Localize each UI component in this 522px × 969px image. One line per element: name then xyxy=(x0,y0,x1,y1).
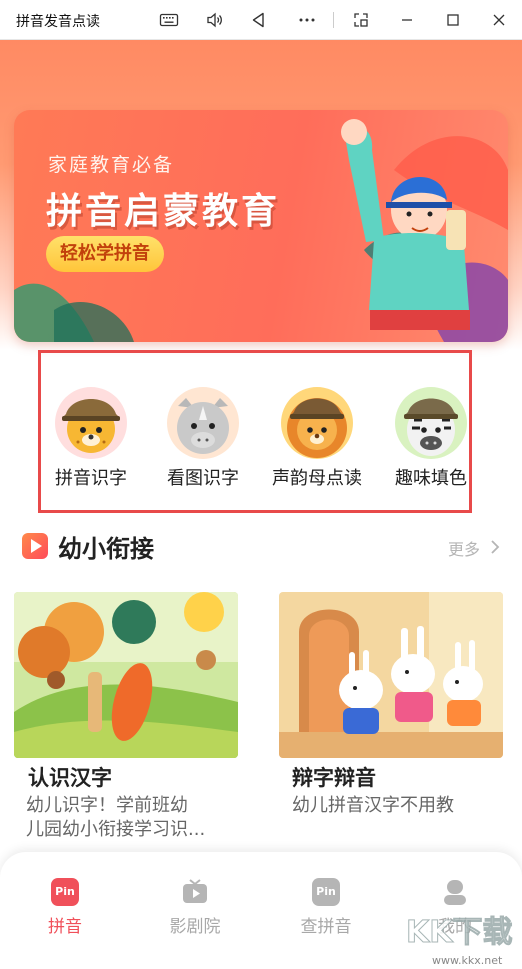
card-description: 幼儿识字！学前班幼 儿园幼小衔接学习识... xyxy=(26,794,205,842)
promo-banner[interactable]: 家庭教育必备 拼音启蒙教育 轻松学拼音 xyxy=(14,110,508,342)
card-description: 幼儿拼音汉字不用教 xyxy=(292,794,454,818)
more-options-icon[interactable] xyxy=(294,8,320,32)
volume-icon[interactable] xyxy=(202,8,228,32)
category-pinyin-literacy[interactable]: 拼音识字 xyxy=(36,386,146,490)
chevron-right-icon[interactable] xyxy=(488,538,502,556)
kk-watermark-logo: KK下载 www.kkx.net xyxy=(406,915,514,968)
nav-label: 拼音 xyxy=(48,917,82,937)
category-label: 趣味填色 xyxy=(395,468,467,489)
card-desc-line: 幼儿识字！学前班幼 xyxy=(26,795,188,816)
category-label: 拼音识字 xyxy=(55,468,127,489)
svg-text:KK下载: KK下载 xyxy=(406,915,513,950)
minimize-icon[interactable] xyxy=(394,8,420,32)
pinyin-tab-icon: Pin xyxy=(51,878,79,906)
banner-headline: 拼音启蒙教育 xyxy=(46,191,281,232)
card-image-distinguish-sounds[interactable] xyxy=(279,592,503,758)
window-title: 拼音发音点读 xyxy=(16,14,100,30)
card-title: 辩字辩音 xyxy=(292,766,376,790)
banner-subtitle: 家庭教育必备 xyxy=(48,154,175,176)
card-title: 认识汉字 xyxy=(28,766,112,790)
card-desc-line: 幼儿拼音汉字不用教 xyxy=(292,795,454,816)
nav-label: 影剧院 xyxy=(169,917,221,937)
keyboard-icon[interactable] xyxy=(156,8,182,32)
banner-pill-button[interactable]: 轻松学拼音 xyxy=(46,236,164,272)
title-bar: 拼音发音点读 xyxy=(0,0,522,40)
zebra-face-icon xyxy=(394,386,468,460)
maximize-icon[interactable] xyxy=(440,8,466,32)
lion-face-icon xyxy=(280,386,354,460)
category-fun-coloring[interactable]: 趣味填色 xyxy=(376,386,486,490)
divider xyxy=(333,12,334,28)
more-link[interactable]: 更多 xyxy=(448,536,480,560)
screenshot-icon[interactable] xyxy=(348,8,374,32)
close-icon[interactable] xyxy=(486,8,512,32)
back-triangle-icon[interactable] xyxy=(246,8,272,32)
nav-theater[interactable]: 影剧院 xyxy=(140,878,250,937)
svg-text:www.kkx.net: www.kkx.net xyxy=(432,954,503,967)
card-desc-line: 儿园幼小衔接学习识... xyxy=(26,819,206,840)
pin-tab-icon: Pin xyxy=(312,878,340,906)
card-image-recognize-chars[interactable] xyxy=(14,592,238,758)
nav-label: 查拼音 xyxy=(300,917,352,937)
nav-pinyin[interactable]: Pin 拼音 xyxy=(10,878,120,937)
nav-lookup-pinyin[interactable]: Pin 查拼音 xyxy=(271,878,381,937)
app-window: 拼音发音点读 家庭教育必备 拼音启蒙教育 轻松学拼音 拼音识字 看图识字 声韵母… xyxy=(0,0,522,969)
tv-icon xyxy=(183,879,207,903)
rhino-face-icon xyxy=(166,386,240,460)
category-label: 看图识字 xyxy=(167,468,239,489)
leopard-face-icon xyxy=(54,386,128,460)
section-title: 幼小衔接 xyxy=(58,535,154,563)
play-icon xyxy=(22,533,48,559)
category-label: 声韵母点读 xyxy=(272,468,362,489)
category-phonics-reading[interactable]: 声韵母点读 xyxy=(262,386,372,490)
category-picture-literacy[interactable]: 看图识字 xyxy=(148,386,258,490)
